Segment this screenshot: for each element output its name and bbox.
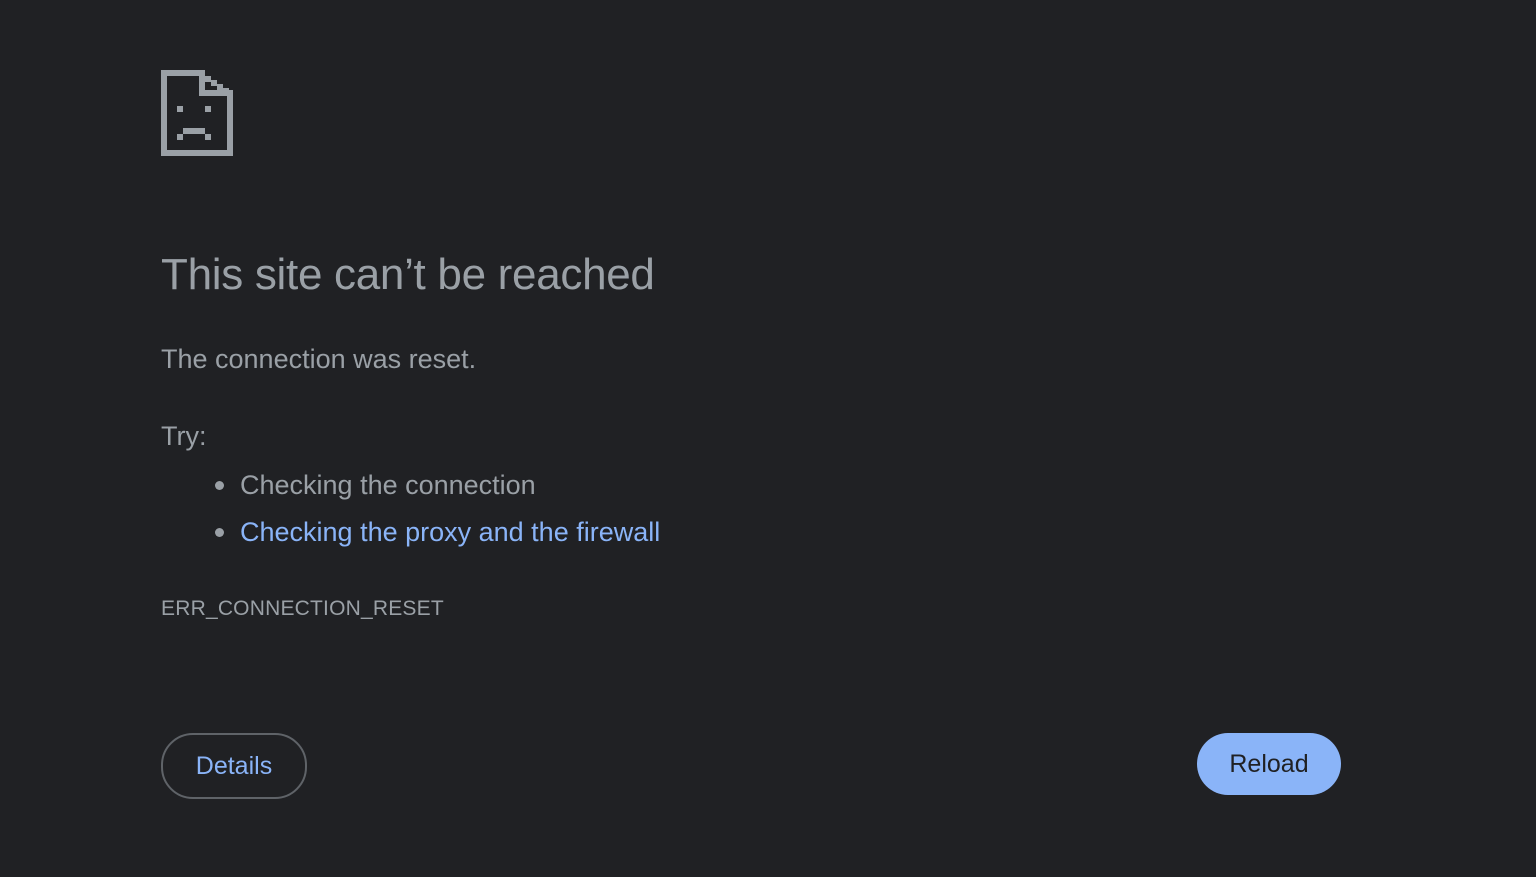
suggestion-item-connection: Checking the connection — [161, 466, 660, 513]
bullet-icon — [215, 481, 224, 490]
error-code: ERR_CONNECTION_RESET — [161, 597, 444, 620]
suggestion-text: Checking the connection — [240, 470, 536, 500]
sad-page-icon — [161, 70, 233, 156]
suggestion-item-proxy-firewall: Checking the proxy and the firewall — [161, 513, 660, 560]
proxy-firewall-link[interactable]: Checking the proxy and the firewall — [240, 517, 660, 547]
bullet-icon — [215, 528, 224, 537]
try-label: Try: — [161, 421, 207, 451]
details-button[interactable]: Details — [161, 733, 307, 799]
error-message: The connection was reset. — [161, 344, 477, 374]
page-title: This site can’t be reached — [161, 250, 655, 299]
reload-button[interactable]: Reload — [1197, 733, 1341, 795]
suggestions-list: Checking the connection Checking the pro… — [161, 466, 660, 560]
